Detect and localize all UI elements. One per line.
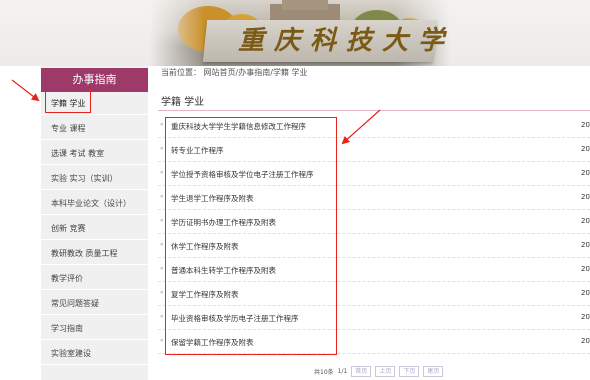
annotation-arrow-nav (11, 79, 40, 102)
annotation-arrow-list (341, 109, 381, 145)
annotation-arrows (11, 79, 381, 145)
